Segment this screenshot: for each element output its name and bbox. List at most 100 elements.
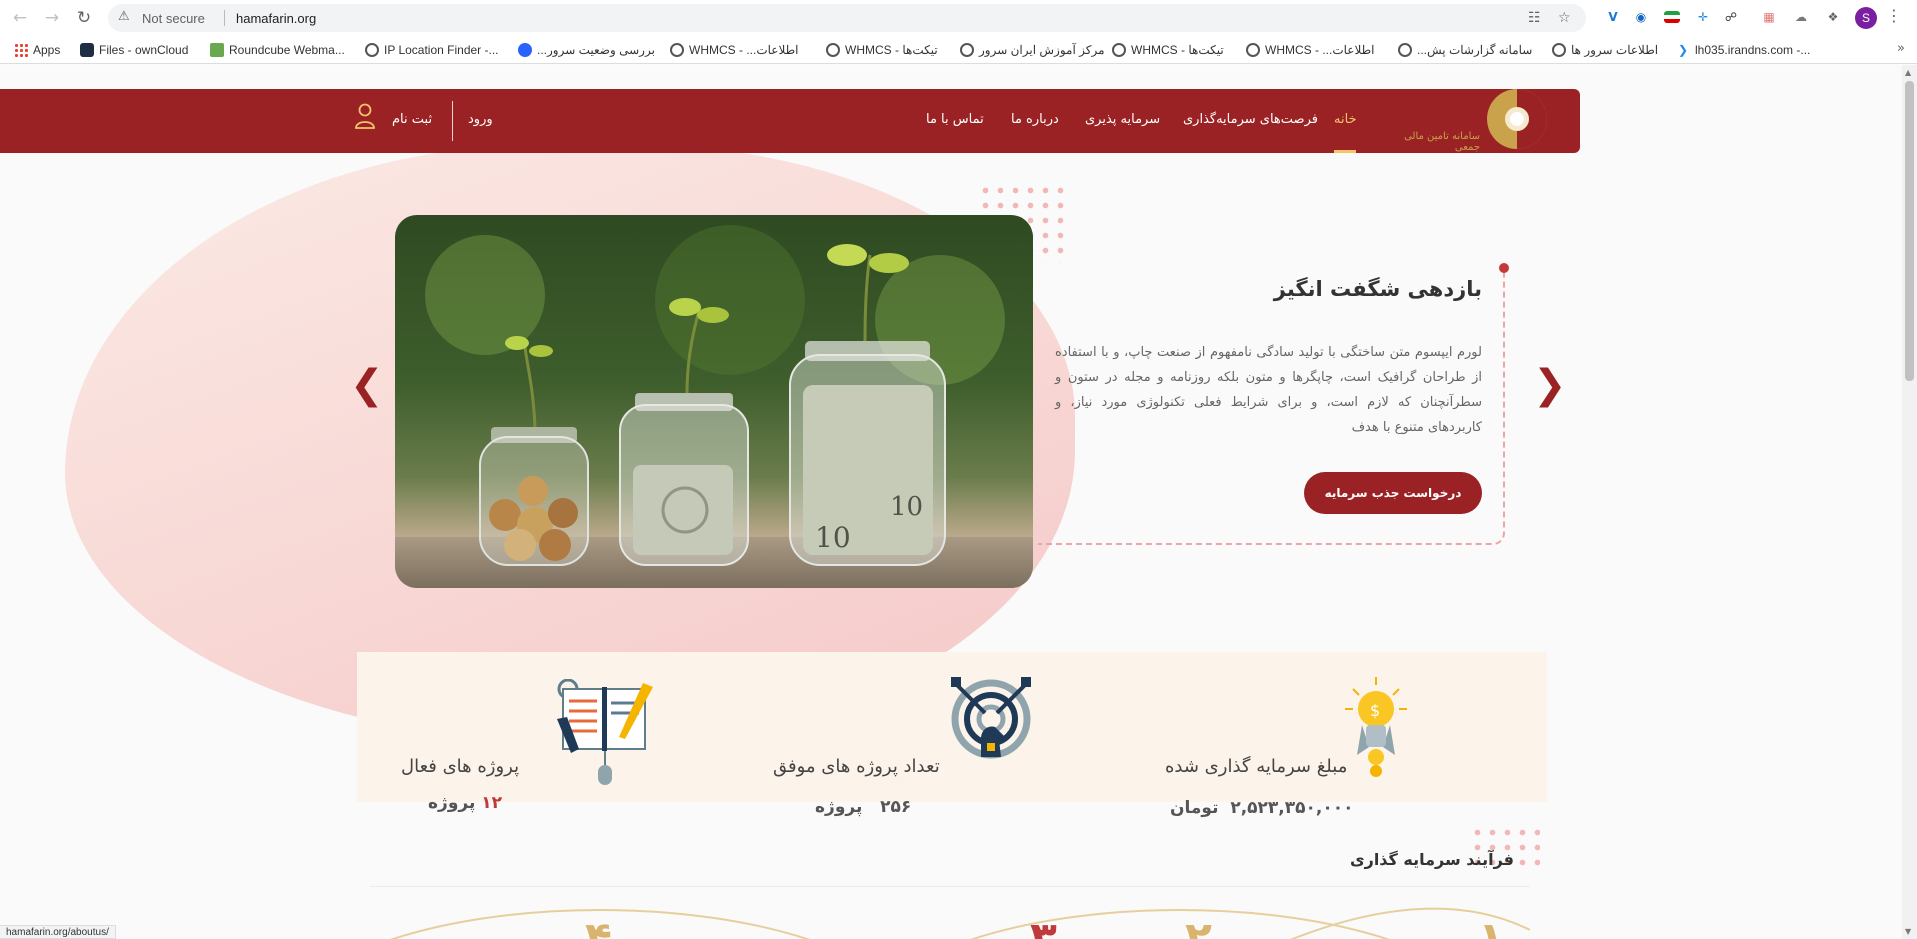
bookmark-label: تیکت‌ها - WHMCS xyxy=(845,43,938,57)
bookmark-label: اطلاعات... - WHMCS xyxy=(1265,43,1375,57)
section-divider xyxy=(370,886,1530,887)
process-step-number: ۴ xyxy=(585,913,612,939)
svg-text:$: $ xyxy=(1370,701,1380,720)
nav-about-us[interactable]: درباره ما xyxy=(1011,112,1059,127)
forward-icon[interactable]: → xyxy=(42,8,62,28)
roundcube-icon xyxy=(210,43,224,57)
bookmark-report-system[interactable]: سامانه گزارشات پش... xyxy=(1398,41,1532,59)
bookmark-roundcube[interactable]: Roundcube Webma... xyxy=(210,41,345,59)
reload-icon[interactable]: ↻ xyxy=(74,8,94,28)
globe-icon xyxy=(1246,43,1260,57)
scrollbar-thumb[interactable] xyxy=(1905,81,1914,381)
password-extension-icon[interactable]: ◉ xyxy=(1632,8,1650,26)
hero-title: بازدهی شگفت انگیز xyxy=(1273,277,1482,301)
bookmark-label: Files - ownCloud xyxy=(99,43,189,57)
browser-toolbar: ← → ↻ ⚠ Not secure hamafarin.org ☷ ☆ V ◉… xyxy=(0,0,1917,36)
translate-icon[interactable]: ☷ xyxy=(1528,10,1541,26)
star-icon[interactable]: ☆ xyxy=(1558,10,1571,26)
back-icon[interactable]: ← xyxy=(10,8,30,28)
svg-text:10: 10 xyxy=(815,521,851,554)
process-step-number: ۱ xyxy=(1478,913,1505,939)
address-bar[interactable]: ⚠ Not secure hamafarin.org ☷ ☆ xyxy=(108,4,1586,32)
nav-contact-us[interactable]: تماس با ما xyxy=(926,112,984,127)
site-logo-subtitle: سامانه تامین مالی جمعی xyxy=(1404,131,1480,153)
process-step-number: ۳ xyxy=(1030,913,1057,939)
site-logo-title[interactable]: هم‌آفرین xyxy=(1380,95,1480,129)
globe-icon xyxy=(826,43,840,57)
url-text[interactable]: hamafarin.org xyxy=(236,11,316,26)
bookmark-label: بررسی وضعیت سرور... xyxy=(537,43,655,57)
graph-extension-icon[interactable]: ☍ xyxy=(1722,8,1740,26)
bookmark-apps[interactable]: Apps xyxy=(14,41,60,59)
stat-invested-unit: تومان xyxy=(1170,798,1219,818)
cloud-extension-icon[interactable]: ☁ xyxy=(1792,8,1810,26)
globe-icon xyxy=(1112,43,1126,57)
owncloud-icon xyxy=(80,43,94,57)
user-icon[interactable] xyxy=(354,103,376,129)
scroll-down-icon[interactable]: ▼ xyxy=(1905,927,1911,936)
bookmark-label: سامانه گزارشات پش... xyxy=(1417,43,1533,57)
globe-icon xyxy=(960,43,974,57)
bookmark-iranserver-learning[interactable]: مرکز آموزش ایران سرور xyxy=(960,41,1105,59)
globe-icon xyxy=(365,43,379,57)
bookmark-label: Roundcube Webma... xyxy=(229,43,345,57)
stat-successful-amount: ۲۵۶ xyxy=(880,797,912,817)
target-chess-icon xyxy=(951,677,1031,759)
network-extension-icon[interactable]: ✛ xyxy=(1694,8,1712,26)
bookmark-whmcs-tickets-2[interactable]: تیکت‌ها - WHMCS xyxy=(1112,41,1224,59)
security-label: Not secure xyxy=(142,11,205,26)
iran-flag-icon[interactable] xyxy=(1664,11,1680,23)
profile-avatar[interactable]: S xyxy=(1855,7,1877,29)
bookmark-whmcs-tickets[interactable]: تیکت‌ها - WHMCS xyxy=(826,41,938,59)
bookmark-label: اطلاعات سرور ها xyxy=(1571,43,1659,57)
process-step-number: ۲ xyxy=(1185,913,1212,939)
stat-active-label: پروژه های فعال xyxy=(401,756,520,777)
slider-prev-icon[interactable]: ❮ xyxy=(350,365,384,405)
notebook-pen-icon xyxy=(557,679,653,785)
bookmark-server-info[interactable]: اطلاعات سرور ها xyxy=(1552,41,1658,59)
image-extension-icon[interactable]: ▦ xyxy=(1760,8,1778,26)
bookmark-label: lh035.irandns.com -... xyxy=(1695,43,1811,57)
site-logo-icon[interactable] xyxy=(1487,89,1547,149)
login-link[interactable]: ورود xyxy=(468,112,493,127)
request-funding-button[interactable]: درخواست جذب سرمایه xyxy=(1304,472,1482,514)
apps-grid-icon xyxy=(14,43,28,57)
globe-icon xyxy=(670,43,684,57)
nav-fundraising[interactable]: سرمایه پذیری xyxy=(1085,112,1160,127)
nav-active-indicator xyxy=(1334,150,1356,153)
puzzle-icon[interactable]: ❖ xyxy=(1824,8,1842,26)
bookmark-server-status[interactable]: بررسی وضعیت سرور... xyxy=(518,41,655,59)
stat-active-unit: پروژه xyxy=(428,793,476,813)
money-jars-illustration: 10 10 xyxy=(479,244,946,566)
bookmark-owncloud[interactable]: Files - ownCloud xyxy=(80,41,188,59)
stat-successful-value: ۲۵۶ پروژه xyxy=(815,797,911,817)
stat-successful-label: تعداد پروژه های موفق xyxy=(773,756,940,777)
bookmark-label: تیکت‌ها - WHMCS xyxy=(1131,43,1224,57)
hero-frame-dot xyxy=(1499,263,1509,273)
scroll-up-icon[interactable]: ▲ xyxy=(1905,68,1911,77)
bookmarks-overflow-icon[interactable]: » xyxy=(1897,41,1905,56)
vpn-extension-icon[interactable]: V xyxy=(1604,8,1622,26)
bookmark-whmcs-info-2[interactable]: اطلاعات... - WHMCS xyxy=(1246,41,1375,59)
stat-active-amount: ۱۲ xyxy=(481,793,503,813)
more-menu-icon[interactable]: ⋮ xyxy=(1886,6,1902,25)
bookmark-ip-location[interactable]: IP Location Finder -... xyxy=(365,41,499,59)
bookmark-whmcs-info[interactable]: اطلاعات... - WHMCS xyxy=(670,41,799,59)
process-section-title: فرآیند سرمایه گذاری xyxy=(1349,850,1514,869)
signup-link[interactable]: ثبت نام xyxy=(392,112,432,127)
stat-invested-label: مبلغ سرمایه گذاری شده xyxy=(1165,756,1348,777)
logo-hole xyxy=(1505,107,1529,131)
slider-next-icon[interactable]: ❯ xyxy=(1533,365,1567,405)
lightbulb-rocket-icon: $ xyxy=(1345,677,1407,777)
page-scrollbar[interactable]: ▲ ▼ xyxy=(1902,65,1917,939)
irandns-icon: ❯ xyxy=(1677,43,1689,57)
nav-home[interactable]: خانه xyxy=(1334,112,1357,127)
bookmark-label: Apps xyxy=(33,43,61,57)
header-divider xyxy=(452,101,453,141)
address-separator xyxy=(224,10,225,26)
nav-investment-opportunities[interactable]: فرصت‌های سرمایه‌گذاری xyxy=(1183,112,1318,127)
bookmark-irandns[interactable]: ❯ lh035.irandns.com -... xyxy=(1676,41,1810,59)
svg-text:10: 10 xyxy=(890,492,923,522)
bookmarks-bar: Apps Files - ownCloud Roundcube Webma...… xyxy=(0,36,1917,64)
page-viewport: هم‌آفرین سامانه تامین مالی جمعی خانه فرص… xyxy=(0,65,1902,939)
